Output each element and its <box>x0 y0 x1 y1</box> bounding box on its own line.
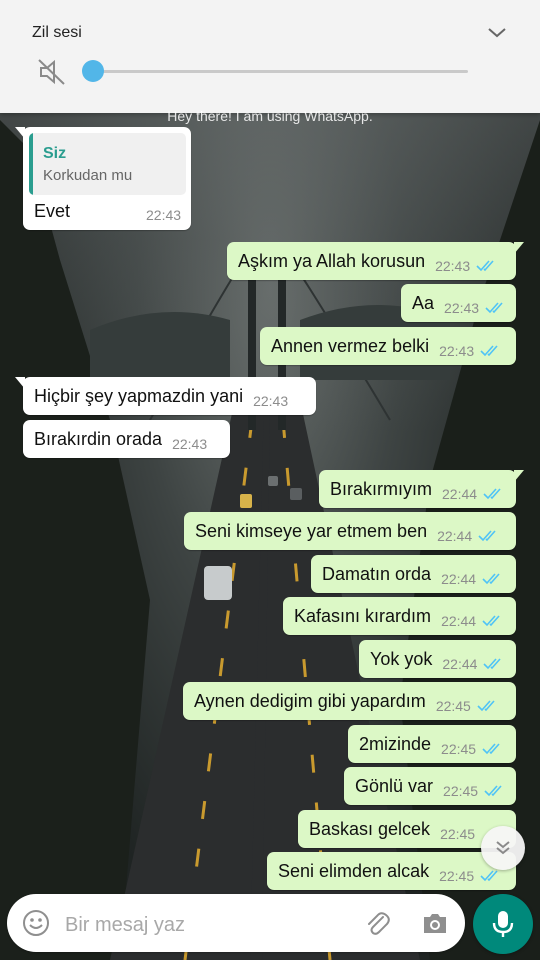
volume-panel-title: Zil sesi <box>32 24 82 41</box>
read-ticks-icon <box>477 700 495 712</box>
volume-panel: Zil sesi <box>0 0 540 113</box>
quote-text: Korkudan mu <box>43 167 133 184</box>
chevron-down-icon[interactable] <box>486 24 508 42</box>
outgoing-message[interactable]: Aynen dedigim gibi yapardım 22:45 <box>183 682 516 720</box>
read-ticks-icon <box>484 785 502 797</box>
read-ticks-icon <box>483 488 501 500</box>
mic-icon <box>492 911 514 937</box>
message-time: 22:45 <box>441 741 477 757</box>
message-time: 22:44 <box>442 486 478 502</box>
message-time: 22:43 <box>435 258 471 274</box>
outgoing-message[interactable]: Damatın orda 22:44 <box>311 555 516 593</box>
message-text: Baskası gelcek <box>309 818 431 839</box>
bubble-tail <box>15 127 25 139</box>
outgoing-message[interactable]: Seni elimden alcak 22:45 <box>267 852 516 890</box>
message-input[interactable] <box>63 911 347 939</box>
quote-author: Siz <box>43 145 67 162</box>
message-time: 22:45 <box>440 826 476 842</box>
message-time: 22:43 <box>444 300 480 316</box>
attach-icon[interactable] <box>363 909 391 937</box>
emoji-icon[interactable] <box>22 909 50 937</box>
message-text: Gönlü var <box>355 775 434 796</box>
read-ticks-icon <box>482 615 500 627</box>
message-text: 2mizinde <box>359 733 432 754</box>
message-text: Bırakırmıyım <box>330 478 432 499</box>
message-time: 22:43 <box>253 393 289 409</box>
read-ticks-icon <box>480 345 498 357</box>
read-ticks-icon <box>482 573 500 585</box>
volume-slider-knob[interactable] <box>82 60 104 82</box>
message-time: 22:44 <box>442 656 478 672</box>
outgoing-message[interactable]: Annen vermez belki 22:43 <box>260 327 516 365</box>
double-chevron-down-icon <box>496 841 510 855</box>
message-time: 22:44 <box>437 528 473 544</box>
message-text: Aa <box>412 292 435 313</box>
quote-accent-bar <box>29 133 33 195</box>
outgoing-message[interactable]: Kafasını kırardım 22:44 <box>283 597 516 635</box>
message-text: Seni kimseye yar etmem ben <box>195 520 428 541</box>
outgoing-message[interactable]: Seni kimseye yar etmem ben 22:44 <box>184 512 516 550</box>
outgoing-message[interactable]: Yok yok 22:44 <box>359 640 516 678</box>
message-text: Hiçbir şey yapmazdin yani <box>34 385 244 406</box>
message-text: Evet <box>34 201 71 221</box>
camera-icon[interactable] <box>421 910 449 936</box>
message-time: 22:45 <box>443 783 479 799</box>
bubble-tail <box>514 470 524 482</box>
message-time: 22:44 <box>441 571 477 587</box>
bubble-tail <box>514 242 524 254</box>
message-time: 22:44 <box>441 613 477 629</box>
message-composer <box>7 894 465 952</box>
message-time: 22:43 <box>146 207 182 223</box>
message-text: Damatın orda <box>322 563 432 584</box>
outgoing-message[interactable]: Gönlü var 22:45 <box>344 767 516 805</box>
outgoing-message[interactable]: Aa 22:43 <box>401 284 516 322</box>
read-ticks-icon <box>478 530 496 542</box>
volume-slider-track[interactable] <box>93 70 468 73</box>
contact-status-hint: Hey there! I am using WhatsApp. <box>167 108 373 124</box>
scroll-to-bottom-button[interactable] <box>481 826 525 870</box>
mic-button[interactable] <box>473 894 533 954</box>
outgoing-message[interactable]: Aşkım ya Allah korusun 22:43 <box>227 242 524 280</box>
read-ticks-icon <box>482 743 500 755</box>
incoming-message[interactable]: Hiçbir şey yapmazdin yani 22:43 <box>15 377 316 415</box>
outgoing-message[interactable]: Bırakırmıyım 22:44 <box>319 470 524 508</box>
incoming-message[interactable]: Bırakırdin orada 22:43 <box>23 420 230 458</box>
outgoing-message[interactable]: 2mizinde 22:45 <box>348 725 516 763</box>
message-time: 22:43 <box>172 436 208 452</box>
read-ticks-icon <box>480 870 498 882</box>
message-text: Kafasını kırardım <box>294 605 432 626</box>
message-text: Seni elimden alcak <box>278 860 430 881</box>
mute-icon[interactable] <box>36 56 68 88</box>
read-ticks-icon <box>485 302 503 314</box>
message-time: 22:45 <box>439 868 475 884</box>
bubble-tail <box>15 377 25 389</box>
message-time: 22:43 <box>439 343 475 359</box>
read-ticks-icon <box>476 260 494 272</box>
read-ticks-icon <box>483 658 502 670</box>
message-text: Aşkım ya Allah korusun <box>238 250 426 271</box>
message-text: Annen vermez belki <box>271 335 430 356</box>
message-text: Yok yok <box>370 648 433 669</box>
quoted-message[interactable]: Siz Korkudan mu <box>29 133 186 195</box>
message-text: Bırakırdin orada <box>34 428 163 449</box>
incoming-reply-bubble[interactable]: Siz Korkudan mu Evet 22:43 <box>15 127 191 230</box>
message-time: 22:45 <box>435 698 471 714</box>
message-text: Aynen dedigim gibi yapardım <box>194 690 426 711</box>
